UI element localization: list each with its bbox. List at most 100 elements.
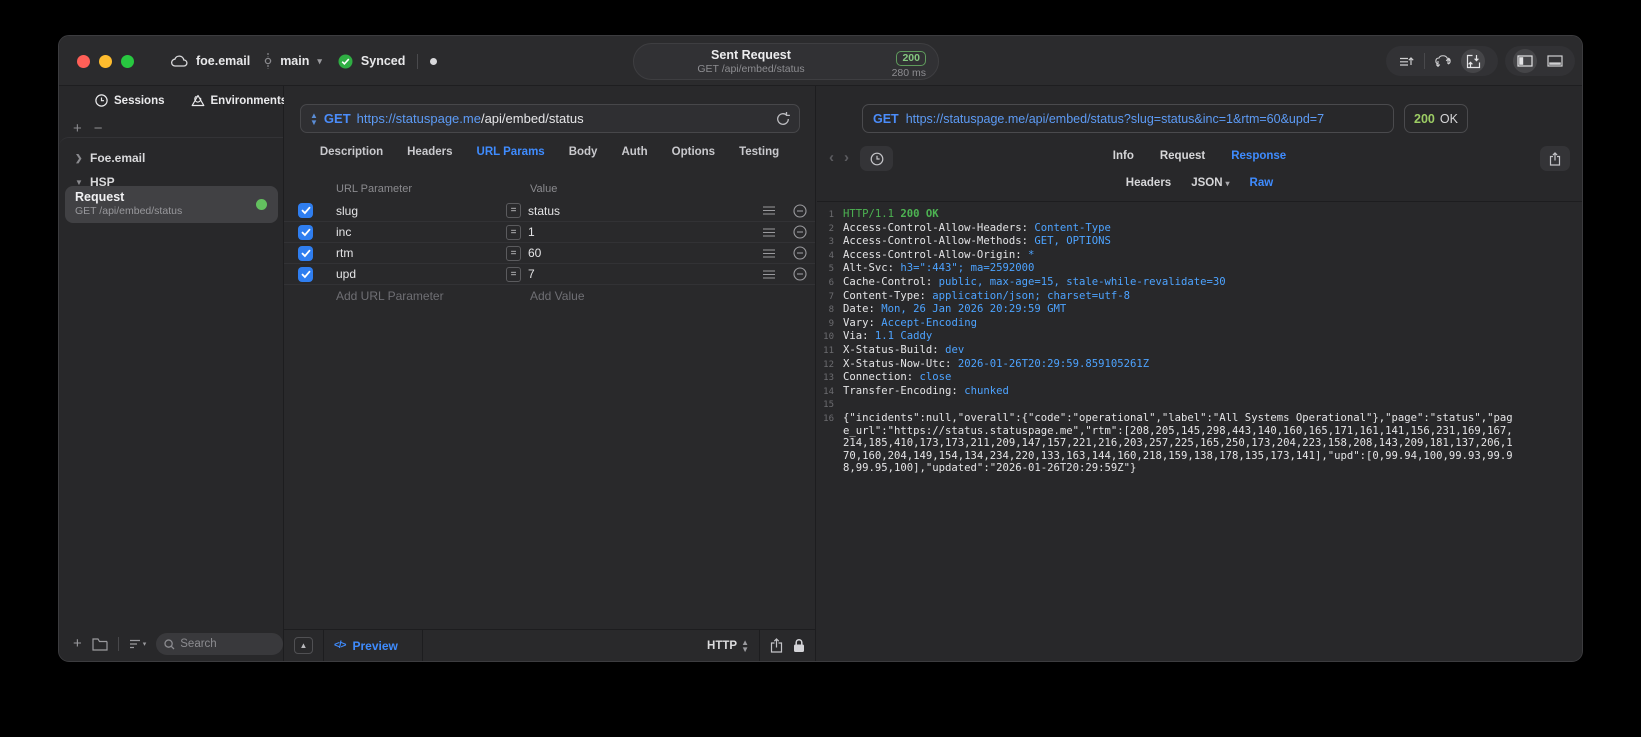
- protocol-selector[interactable]: HTTP ▲ ▼: [707, 638, 749, 653]
- remove-row-icon[interactable]: [793, 246, 815, 260]
- line-text: Content-Type: application/json; charset=…: [843, 289, 1131, 302]
- column-header-value: Value: [530, 183, 558, 195]
- search-input[interactable]: [180, 638, 271, 650]
- subtab-headers[interactable]: Headers: [1126, 177, 1171, 189]
- bottom-panel-toggle-icon[interactable]: [1543, 49, 1567, 73]
- sent-request-url-field[interactable]: GET https://statuspage.me/api/embed/stat…: [862, 104, 1394, 133]
- line-text: X-Status-Now-Utc: 2026-01-26T20:29:59.85…: [843, 357, 1150, 370]
- url-path[interactable]: /api/embed/status: [481, 111, 584, 126]
- method-stepper-icon[interactable]: ▲ ▼: [310, 111, 318, 126]
- line-text: Transfer-Encoding: chunked: [843, 384, 1009, 397]
- response-method-label: GET: [873, 111, 899, 126]
- tab-headers[interactable]: Headers: [407, 146, 452, 158]
- param-enabled-checkbox[interactable]: [298, 224, 313, 240]
- left-panel-toggle-icon[interactable]: [1513, 49, 1537, 73]
- response-line: 3 Access-Control-Allow-Methods: GET, OPTI…: [817, 235, 1582, 249]
- response-format-dropdown[interactable]: JSON ▾: [1191, 177, 1229, 189]
- collapse-panel-icon[interactable]: ▲: [294, 637, 313, 654]
- param-value-cell[interactable]: status: [528, 204, 763, 218]
- reorder-handle-icon[interactable]: [763, 227, 793, 237]
- disclosure-chevron-icon[interactable]: ❯: [75, 153, 83, 164]
- response-format-tabs: Headers JSON ▾ Raw: [817, 177, 1582, 189]
- tree-item-label: Foe.email: [90, 151, 146, 165]
- tab-options[interactable]: Options: [672, 146, 715, 158]
- tab-request[interactable]: Request: [1160, 150, 1205, 162]
- line-number: 12: [823, 359, 834, 370]
- sort-filter-icon[interactable]: ▾: [129, 639, 146, 649]
- line-number: 2: [828, 223, 834, 234]
- preview-button[interactable]: </> Preview: [334, 639, 398, 653]
- response-status-badge: 200 OK: [1404, 104, 1468, 133]
- export-response-button[interactable]: [1540, 146, 1570, 171]
- param-value-cell[interactable]: 60: [528, 246, 763, 260]
- add-value-placeholder[interactable]: Add Value: [506, 289, 815, 303]
- reorder-handle-icon[interactable]: [763, 248, 793, 258]
- line-number: 16: [823, 413, 834, 424]
- zoom-window-button[interactable]: [121, 55, 134, 68]
- share-icon: [1549, 151, 1561, 166]
- add-session-button[interactable]: +: [73, 120, 82, 137]
- tab-info[interactable]: Info: [1113, 150, 1134, 162]
- remove-session-button[interactable]: −: [94, 120, 103, 137]
- tab-response[interactable]: Response: [1231, 150, 1286, 162]
- branch-icon: [264, 53, 272, 69]
- chevron-down-icon[interactable]: ▾: [317, 56, 322, 67]
- branch-name[interactable]: main: [280, 54, 309, 68]
- tab-description[interactable]: Description: [320, 146, 383, 158]
- lock-icon[interactable]: [793, 638, 805, 653]
- reorder-handle-icon[interactable]: [763, 206, 793, 215]
- param-enabled-checkbox[interactable]: [298, 245, 313, 261]
- sidebar-search[interactable]: [156, 633, 283, 655]
- session-tree: ❯ Foe.email ▼ HSP Request GET /api/embed…: [59, 137, 283, 661]
- tab-testing[interactable]: Testing: [739, 146, 779, 158]
- tab-body[interactable]: Body: [569, 146, 598, 158]
- remove-row-icon[interactable]: [793, 225, 815, 239]
- url-host[interactable]: https://statuspage.me: [357, 111, 481, 126]
- column-header-parameter: URL Parameter: [336, 183, 413, 195]
- param-value-cell[interactable]: 1: [528, 225, 763, 239]
- subtab-raw[interactable]: Raw: [1250, 177, 1274, 189]
- request-list-item-selected[interactable]: Request GET /api/embed/status: [65, 186, 278, 223]
- minimize-window-button[interactable]: [99, 55, 112, 68]
- add-param-placeholder[interactable]: Add URL Parameter: [336, 289, 506, 303]
- tab-sessions[interactable]: Sessions: [95, 94, 165, 107]
- url-field[interactable]: ▲ ▼ GET https://statuspage.me/api/embed/s…: [300, 104, 800, 133]
- url-params-table: URL Parameter Value slug = status inc = 1 rtm =…: [284, 178, 815, 306]
- param-name-cell[interactable]: rtm: [336, 246, 506, 260]
- tree-item-foe-email[interactable]: ❯ Foe.email: [59, 146, 283, 170]
- param-enabled-checkbox[interactable]: [298, 203, 313, 218]
- import-export-icon[interactable]: [1461, 49, 1485, 73]
- line-text: Access-Control-Allow-Origin: *: [843, 248, 1035, 261]
- tab-url-params[interactable]: URL Params: [477, 146, 545, 158]
- remove-row-icon[interactable]: [793, 203, 815, 218]
- method-label[interactable]: GET: [324, 111, 351, 126]
- param-enabled-checkbox[interactable]: [298, 266, 313, 282]
- param-name-cell[interactable]: upd: [336, 267, 506, 281]
- response-status-code: 200: [1414, 111, 1435, 126]
- line-number: 15: [823, 400, 834, 411]
- remove-row-icon[interactable]: [793, 267, 815, 281]
- param-name-cell[interactable]: inc: [336, 225, 506, 239]
- chevron-down-icon: ▾: [1225, 179, 1230, 188]
- new-group-folder-icon[interactable]: [92, 637, 108, 651]
- close-window-button[interactable]: [77, 55, 90, 68]
- request-list-icon[interactable]: [1394, 49, 1418, 73]
- param-row: rtm = 60: [284, 242, 815, 263]
- cloud-icon: [171, 55, 188, 67]
- line-text: Access-Control-Allow-Methods: GET, OPTIO…: [843, 235, 1111, 248]
- line-text: Access-Control-Allow-Headers: Content-Ty…: [843, 221, 1111, 234]
- share-icon[interactable]: [770, 638, 783, 653]
- footer-separator: [323, 629, 324, 661]
- reorder-handle-icon[interactable]: [763, 269, 793, 279]
- param-value-cell[interactable]: 7: [528, 267, 763, 281]
- response-line: 14 Transfer-Encoding: chunked: [817, 385, 1582, 399]
- sync-status-label[interactable]: Synced: [361, 54, 405, 68]
- resend-request-icon[interactable]: [776, 111, 790, 126]
- tab-environments[interactable]: Environments: [191, 94, 287, 107]
- add-request-button[interactable]: +: [73, 636, 82, 651]
- tab-auth[interactable]: Auth: [621, 146, 647, 158]
- param-name-cell[interactable]: slug: [336, 204, 506, 218]
- request-switcher[interactable]: Sent Request GET /api/embed/status 200 2…: [633, 43, 939, 80]
- code-generation-icon[interactable]: [1431, 49, 1455, 73]
- project-name[interactable]: foe.email: [196, 54, 250, 68]
